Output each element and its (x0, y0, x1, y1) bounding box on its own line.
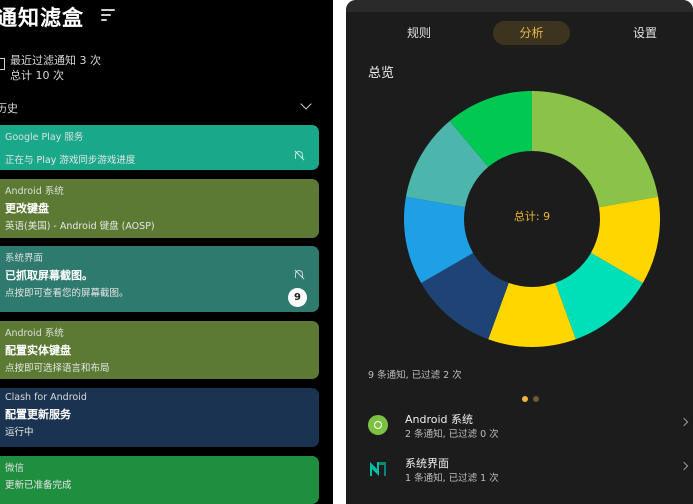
tab-analysis[interactable]: 分析 (493, 21, 570, 45)
notification-card[interactable]: Android 系统 更改键盘 英语(美国) - Android 键盘 (AOS… (0, 179, 319, 238)
card-title: 更改键盘 (5, 202, 49, 215)
card-app-name: Clash for Android (5, 392, 87, 403)
chevron-down-icon[interactable] (300, 98, 312, 110)
app-stat-detail: 2 条通知, 已过滤 0 次 (405, 429, 499, 440)
tab-settings[interactable]: 设置 (622, 21, 668, 45)
card-app-name: Android 系统 (5, 328, 64, 339)
overview-title: 总览 (368, 66, 395, 81)
android-gear-icon (368, 415, 388, 435)
app-stat-name: Android 系统 (405, 413, 474, 426)
notification-history-pane: 通知滤盒 最近过滤通知 3 次 总计 10 次 历史 Google Play 服… (0, 0, 333, 504)
mute-icon[interactable] (294, 269, 305, 280)
card-app-name: Android 系统 (5, 186, 64, 197)
page-dot-active[interactable] (522, 396, 528, 402)
card-body: 更新已准备完成 (5, 480, 72, 491)
card-title: 已抓取屏幕截图。 (5, 269, 93, 282)
page-dot[interactable] (533, 396, 539, 402)
history-section-label: 历史 (0, 102, 18, 115)
count-badge: 9 (288, 288, 307, 307)
sort-icon[interactable] (101, 9, 117, 21)
system-ui-icon (370, 462, 386, 476)
stats-icon (0, 58, 5, 70)
card-body: 点按即可查看您的屏幕截图。 (5, 288, 129, 299)
app-stat-name: 系统界面 (405, 457, 449, 470)
recent-filter-count: 最近过滤通知 3 次 (10, 54, 101, 67)
app-stat-row[interactable]: 系统界面 1 条通知, 已过滤 1 次 (346, 455, 693, 499)
tab-rules[interactable]: 规则 (396, 21, 442, 45)
card-body: 点按即可选择语言和布局 (5, 363, 110, 374)
donut-center-label: 总计: 9 (513, 210, 551, 223)
app-title: 通知滤盒 (0, 6, 84, 30)
app-stat-detail: 1 条通知, 已过滤 1 次 (405, 473, 499, 484)
notification-card[interactable]: Android 系统 配置实体键盘 点按即可选择语言和布局 (0, 321, 319, 379)
summary-text: 9 条通知, 已过滤 2 次 (368, 370, 462, 381)
notification-card[interactable]: Clash for Android 配置更新服务 运行中 (0, 388, 319, 447)
card-body: 运行中 (5, 427, 34, 438)
card-app-name: 微信 (5, 463, 25, 474)
card-body: 正在与 Play 游戏同步游戏进度 (5, 155, 136, 166)
card-app-name: Google Play 服务 (5, 132, 84, 143)
chevron-right-icon (679, 417, 689, 427)
page-indicator[interactable] (522, 387, 544, 406)
card-body: 英语(美国) - Android 键盘 (AOSP) (5, 221, 155, 232)
mute-icon[interactable] (294, 150, 305, 161)
app-stat-row[interactable]: Android 系统 2 条通知, 已过滤 0 次 (346, 411, 693, 455)
notification-card[interactable]: 微信 更新已准备完成 (0, 456, 319, 504)
card-title: 配置更新服务 (5, 408, 71, 421)
card-app-name: 系统界面 (5, 253, 44, 264)
chevron-right-icon (679, 461, 689, 471)
notification-card[interactable]: 系统界面 已抓取屏幕截图。 点按即可查看您的屏幕截图。 9 (0, 246, 319, 312)
notification-card[interactable]: Google Play 服务 正在与 Play 游戏同步游戏进度 (0, 125, 319, 170)
total-filter-count: 总计 10 次 (10, 69, 64, 82)
donut-slice-0[interactable] (532, 91, 659, 208)
analysis-pane: 规则 分析 设置 总览 总计: 9 9 条通知, 已过滤 2 次 Android… (346, 0, 693, 504)
card-title: 配置实体键盘 (5, 344, 71, 357)
pane-top-edge (346, 0, 693, 12)
